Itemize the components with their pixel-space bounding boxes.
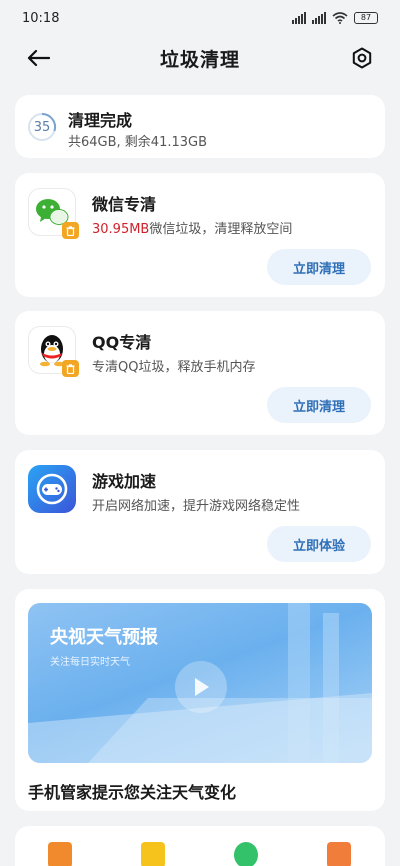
qq-clean-button[interactable]: 立即清理 xyxy=(267,387,371,423)
clock: 10:18 xyxy=(22,10,60,26)
banner-subtitle: 关注每日实时天气 xyxy=(50,657,130,668)
back-button[interactable] xyxy=(26,44,58,72)
folder-icon[interactable] xyxy=(141,842,165,866)
page-title: 垃圾清理 xyxy=(159,48,240,71)
battery-icon: 87 xyxy=(354,12,378,24)
qq-desc: 专清QQ垃圾，释放手机内存 xyxy=(92,360,256,375)
apk-icon[interactable] xyxy=(327,842,351,866)
weather-promo-card[interactable]: 央视天气预报 关注每日实时天气 手机管家提示您关注天气变化 xyxy=(15,589,385,811)
game-title: 游戏加速 xyxy=(92,472,157,491)
weather-caption: 手机管家提示您关注天气变化 xyxy=(28,783,237,802)
wechat-clean-card[interactable]: 微信专清 30.95MB微信垃圾，清理释放空间 立即清理 xyxy=(15,173,385,297)
trash-badge-icon xyxy=(62,222,79,239)
wechat-icon xyxy=(28,188,79,239)
wechat-desc-text: 微信垃圾，清理释放空间 xyxy=(149,222,293,237)
wechat-clean-button[interactable]: 立即清理 xyxy=(267,249,371,285)
status-bar: 10:18 87 xyxy=(0,0,400,36)
game-try-button[interactable]: 立即体验 xyxy=(267,526,371,562)
gear-icon xyxy=(352,47,372,69)
game-boost-card[interactable]: 游戏加速 开启网络加速，提升游戏网络稳定性 立即体验 xyxy=(15,450,385,574)
weather-banner[interactable]: 央视天气预报 关注每日实时天气 xyxy=(28,603,372,763)
tools-card xyxy=(15,826,385,866)
signal-icon-2 xyxy=(312,12,326,24)
summary-title: 清理完成 xyxy=(68,111,133,130)
wifi-icon xyxy=(332,12,348,24)
storage-ring: 35 xyxy=(27,112,57,142)
storage-summary-card: 35 清理完成 共64GB, 剩余41.13GB xyxy=(15,95,385,158)
gamepad-icon xyxy=(28,465,76,513)
game-desc: 开启网络加速，提升游戏网络稳定性 xyxy=(92,499,301,514)
play-icon xyxy=(195,678,209,696)
wechat-title: 微信专清 xyxy=(92,195,157,214)
broom-icon[interactable] xyxy=(48,842,72,866)
wechat-desc: 30.95MB微信垃圾，清理释放空间 xyxy=(92,218,292,237)
banner-title: 央视天气预报 xyxy=(50,627,158,648)
play-button[interactable] xyxy=(175,661,227,713)
qq-clean-card[interactable]: QQ专清 专清QQ垃圾，释放手机内存 立即清理 xyxy=(15,311,385,435)
storage-info: 共64GB, 剩余41.13GB xyxy=(68,135,208,150)
qq-title: QQ专清 xyxy=(92,333,152,352)
junk-size: 30.95MB xyxy=(92,222,150,237)
arrow-left-icon xyxy=(27,49,50,67)
trash-badge-icon xyxy=(62,360,79,377)
qq-icon xyxy=(28,326,79,377)
ring-value: 35 xyxy=(33,119,51,135)
app-header: 垃圾清理 xyxy=(0,36,400,80)
signal-icon xyxy=(292,12,306,24)
status-icons: 87 xyxy=(292,12,378,24)
settings-button[interactable] xyxy=(348,44,376,72)
pie-chart-icon[interactable] xyxy=(234,842,258,866)
